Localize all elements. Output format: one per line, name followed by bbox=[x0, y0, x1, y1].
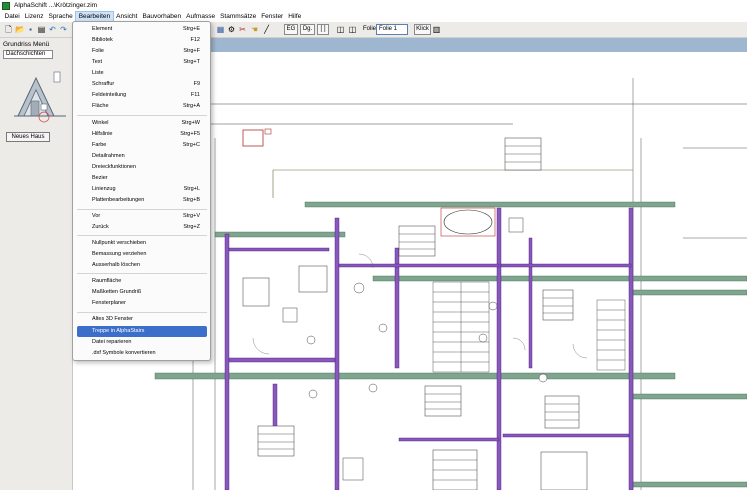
floor-dg-button[interactable]: Dg. bbox=[300, 24, 315, 35]
menu-separator bbox=[77, 235, 207, 236]
menu-item-detailrahmen[interactable]: Detailrahmen bbox=[73, 151, 210, 162]
app-icon bbox=[2, 1, 10, 10]
tools-icon[interactable]: ✂ bbox=[238, 25, 247, 34]
menu-item-farbe[interactable]: Farbe Strg+C bbox=[73, 140, 210, 151]
stairs-icon[interactable]: ▦ bbox=[216, 25, 225, 34]
menu-item-zurueck[interactable]: Zurück Strg+Z bbox=[73, 222, 210, 233]
menu-item-text[interactable]: Text Strg+T bbox=[73, 57, 210, 68]
menu-fenster[interactable]: Fenster bbox=[259, 11, 286, 22]
hand-icon[interactable]: ☚ bbox=[250, 25, 259, 34]
new-house-button[interactable]: Neues Haus bbox=[6, 132, 50, 142]
menu-item-plattenbearbeitungen[interactable]: Plattenbearbeitungen Strg+B bbox=[73, 195, 210, 206]
menu-item-bibliotek[interactable]: Bibliotek F12 bbox=[73, 35, 210, 46]
save-icon[interactable]: ▪ bbox=[26, 25, 35, 34]
grid-icon[interactable]: ▥ bbox=[432, 25, 441, 34]
undo-icon[interactable]: ↶ bbox=[48, 25, 57, 34]
view-3d-icon[interactable]: ◫ bbox=[336, 25, 345, 34]
menu-lizenz[interactable]: Lizenz bbox=[22, 11, 46, 22]
ground-plan-panel: Grundriss Menü Dachschichten Neues Haus bbox=[0, 38, 73, 490]
menu-separator bbox=[77, 115, 207, 116]
menu-item-bezier[interactable]: Bezier bbox=[73, 173, 210, 184]
floor-eg-button[interactable]: EG bbox=[284, 24, 298, 35]
menu-item-nullpunkt-verschieben[interactable]: Nullpunkt verschieben bbox=[73, 238, 210, 249]
menu-separator bbox=[77, 312, 207, 313]
menu-item-flaeche[interactable]: Fläche Strg+A bbox=[73, 101, 210, 112]
menu-item-hilfslinie[interactable]: Hilfslinie Strg+F5 bbox=[73, 129, 210, 140]
menu-datei[interactable]: Datei bbox=[2, 11, 22, 22]
line-tool-icon[interactable]: ╱ bbox=[262, 25, 271, 34]
foil-select[interactable]: Folie 1 bbox=[376, 24, 408, 35]
menu-item-vor[interactable]: Vor Strg+V bbox=[73, 211, 210, 222]
menu-item-winkel[interactable]: Winkel Strg+W bbox=[73, 118, 210, 129]
menu-item-schraffur[interactable]: Schraffur F9 bbox=[73, 79, 210, 90]
klick-button[interactable]: Klick bbox=[414, 24, 431, 35]
menu-item-linienzug[interactable]: Linienzug Strg+L bbox=[73, 184, 210, 195]
menu-item-fensterplaner[interactable]: Fensterplaner bbox=[73, 298, 210, 309]
print-icon[interactable]: ▤ bbox=[37, 25, 46, 34]
menu-item-datei-reparieren[interactable]: Datei reparieren bbox=[73, 337, 210, 348]
menu-item-bemassung-verziehen[interactable]: Bemassung verziehen bbox=[73, 249, 210, 260]
menu-item-altes-3d-fenster[interactable]: Altes 3D Fenster bbox=[73, 314, 210, 325]
menu-hilfe[interactable]: Hilfe bbox=[286, 11, 304, 22]
title-bar: AlphaSchift ...\Krötzinger.zim bbox=[0, 0, 747, 11]
menu-item-dreieckfunktionen[interactable]: Dreieckfunktionen bbox=[73, 162, 210, 173]
menu-item-liste[interactable]: Liste bbox=[73, 68, 210, 79]
layer-select[interactable]: Dachschichten bbox=[3, 50, 53, 59]
view-3d-alt-icon[interactable]: ◫ bbox=[348, 25, 357, 34]
menu-item-massketten-grundriss[interactable]: Maßketten Grundriß bbox=[73, 287, 210, 298]
menu-separator bbox=[77, 273, 207, 274]
menu-sprache[interactable]: Sprache bbox=[46, 11, 75, 22]
menu-item-dxf-symbole-konvertieren[interactable]: .dxf Symbole konvertieren bbox=[73, 348, 210, 359]
menu-item-element[interactable]: Element Strg+E bbox=[73, 24, 210, 35]
menu-item-feldeinteilung[interactable]: Feldeinteilung F11 bbox=[73, 90, 210, 101]
open-folder-icon[interactable]: 📂 bbox=[15, 25, 25, 34]
bracket-button[interactable]: [ ] bbox=[317, 24, 329, 35]
settings-icon[interactable]: ⚙ bbox=[227, 25, 236, 34]
redo-icon[interactable]: ↷ bbox=[59, 25, 68, 34]
menu-item-folie[interactable]: Folie Strg+F bbox=[73, 46, 210, 57]
menu-stammsaetze[interactable]: Stammsätze bbox=[218, 11, 259, 22]
edit-menu-dropdown: Element Strg+E Bibliotek F12 Folie Strg+F T… bbox=[72, 21, 211, 361]
menu-item-raumflaeche[interactable]: Raumfläche bbox=[73, 276, 210, 287]
window-title: AlphaSchift ...\Krötzinger.zim bbox=[14, 2, 98, 9]
new-file-icon[interactable]: 🗋 bbox=[4, 25, 13, 34]
panel-title: Grundriss Menü bbox=[3, 41, 50, 48]
house-icon[interactable] bbox=[14, 66, 66, 124]
menu-item-treppe-alphastairs[interactable]: Treppe in AlphaStairs bbox=[77, 326, 207, 337]
menu-item-ausserhalb-loeschen[interactable]: Ausserhalb löschen bbox=[73, 260, 210, 271]
menu-separator bbox=[77, 209, 207, 210]
